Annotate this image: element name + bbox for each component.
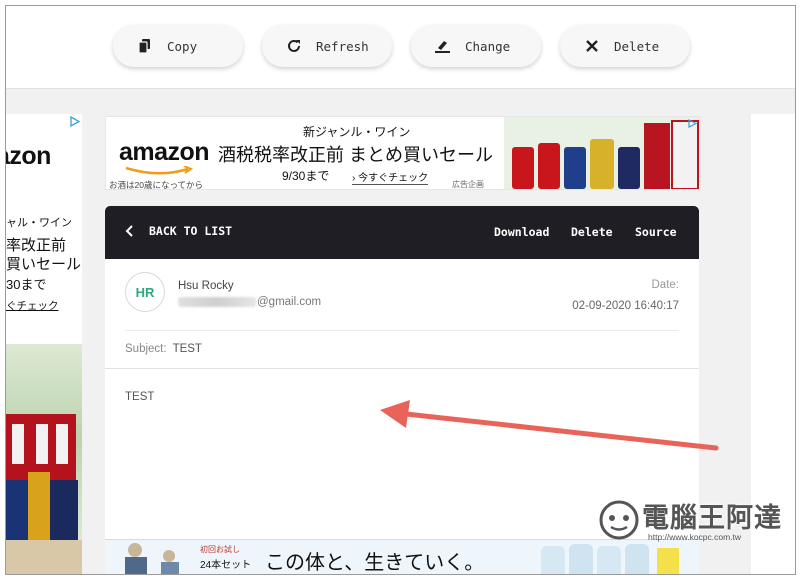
ad-brand: azon xyxy=(6,142,51,170)
ad-link[interactable]: ぐチェック xyxy=(6,298,59,313)
bottom-ad-count: 24本セット xyxy=(200,560,252,571)
banner-date: 9/30まで xyxy=(282,169,330,183)
ad-people-image xyxy=(125,543,179,574)
bottom-ad-promo: 初回お試し xyxy=(200,545,240,554)
sender-name: Hsu Rocky xyxy=(178,280,234,292)
refresh-button-label: Refresh xyxy=(316,38,369,54)
banner-disclaimer: お酒は20歳になってから xyxy=(109,180,204,190)
divider xyxy=(125,330,679,331)
mail-header-bar: BACK TO LIST Download Delete Source xyxy=(105,206,699,259)
ad-text-3: 買いセール xyxy=(6,256,82,273)
mascot-logo-icon xyxy=(599,500,639,540)
ad-choices-icon[interactable] xyxy=(688,119,697,128)
browser-frame: Copy Refresh Change Delete azon ャル・ワイン 率… xyxy=(5,5,796,575)
ad-text-4: 30まで xyxy=(6,277,47,292)
banner-advertisement[interactable]: amazon お酒は20歳になってから 新ジャンル・ワイン 酒税税率改正前 まと… xyxy=(105,116,701,190)
redacted-email-username xyxy=(178,297,256,307)
watermark-url: http://www.kocpc.com.tw xyxy=(648,532,742,542)
divider xyxy=(105,368,699,369)
date-value: 02-09-2020 16:40:17 xyxy=(572,300,679,312)
sender-email: @gmail.com xyxy=(178,296,321,308)
amazon-smile-icon xyxy=(125,166,194,175)
toolbar: Copy Refresh Change Delete xyxy=(6,6,795,89)
delete-mail-button[interactable]: Delete xyxy=(571,225,613,239)
close-icon xyxy=(584,38,600,54)
banner-cta-link[interactable]: › 今すぐチェック xyxy=(352,169,429,185)
delete-button[interactable]: Delete xyxy=(560,25,690,67)
mail-body: TEST xyxy=(125,391,155,403)
watermark: 電腦王阿達 http://www.kocpc.com.tw xyxy=(594,494,795,554)
back-to-list-button[interactable]: BACK TO LIST xyxy=(125,224,232,238)
banner-brand: amazon xyxy=(119,138,210,166)
refresh-icon xyxy=(286,38,302,54)
refresh-button[interactable]: Refresh xyxy=(262,25,392,67)
ad-text-1: ャル・ワイン xyxy=(6,217,72,229)
sender-avatar: HR xyxy=(125,272,165,312)
chevron-left-icon xyxy=(125,225,133,237)
change-button-label: Change xyxy=(465,38,511,54)
ad-choices-icon[interactable] xyxy=(69,116,80,127)
banner-headline: 酒税税率改正前 まとめ買いセール xyxy=(218,145,493,165)
annotation-arrow xyxy=(380,400,719,451)
banner-ad-label: 広告企画 xyxy=(452,180,484,189)
copy-button[interactable]: Copy xyxy=(113,25,243,67)
change-button[interactable]: Change xyxy=(411,25,541,67)
subject-label: Subject: xyxy=(125,343,167,355)
copy-icon xyxy=(137,38,153,54)
banner-tagline: 新ジャンル・ワイン xyxy=(303,125,411,139)
beer-cans-image xyxy=(504,117,700,189)
source-button[interactable]: Source xyxy=(635,225,677,239)
subject-line: Subject: TEST xyxy=(125,343,202,355)
copy-button-label: Copy xyxy=(167,38,198,54)
pen-icon xyxy=(435,38,451,54)
subject-value: TEST xyxy=(172,343,202,355)
ad-product-photo xyxy=(6,344,82,574)
download-button[interactable]: Download xyxy=(494,225,549,239)
sender-email-domain: @gmail.com xyxy=(257,296,322,308)
left-advertisement[interactable]: azon ャル・ワイン 率改正前 買いセール 30まで ぐチェック xyxy=(6,114,82,574)
back-to-list-label: BACK TO LIST xyxy=(149,224,233,238)
watermark-text: 電腦王阿達 xyxy=(642,503,782,533)
ad-text-2: 率改正前 xyxy=(6,237,67,254)
delete-button-label: Delete xyxy=(614,38,660,54)
bottom-ad-headline: この体と、生きていく。 xyxy=(265,550,485,574)
date-label: Date: xyxy=(651,279,680,291)
